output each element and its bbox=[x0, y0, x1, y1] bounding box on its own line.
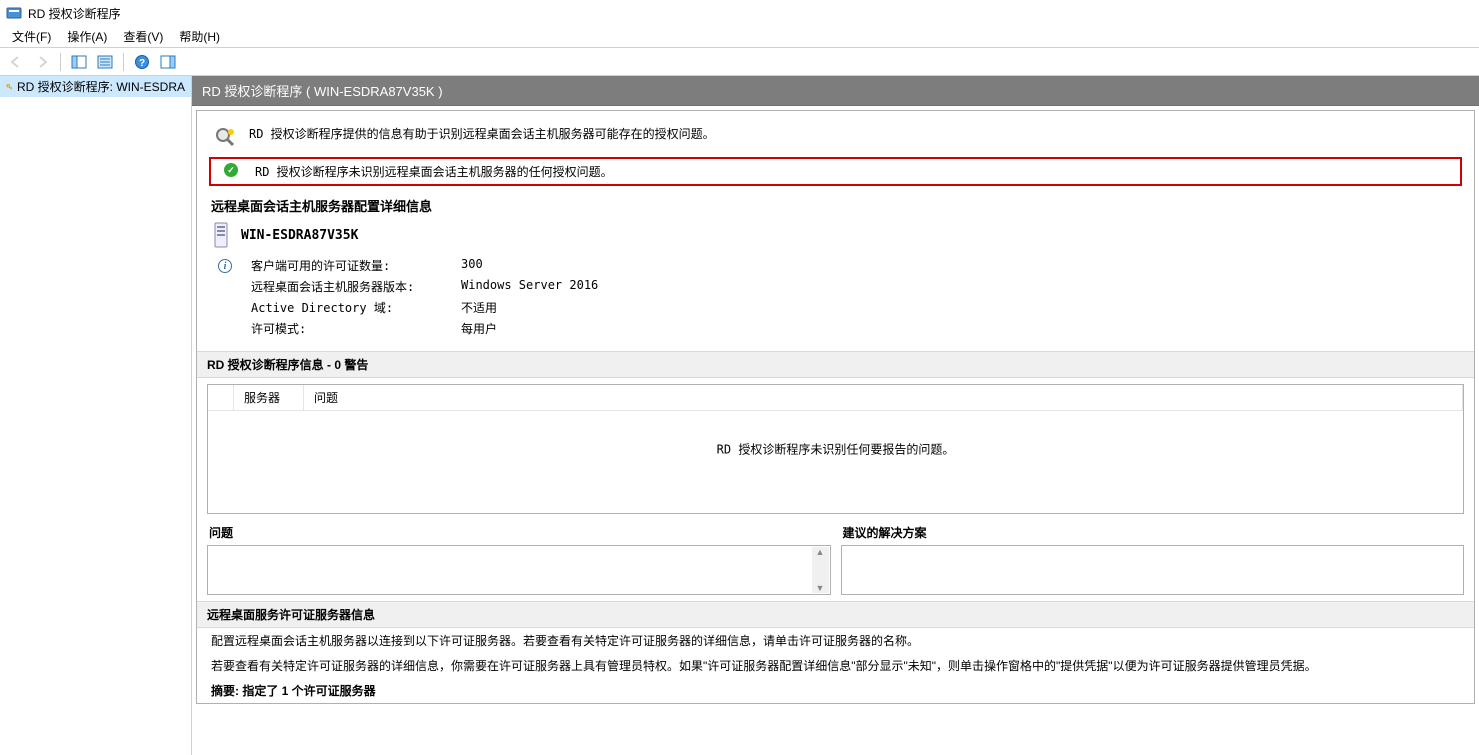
workspace: RD 授权诊断程序: WIN-ESDRA RD 授权诊断程序 ( WIN-ESD… bbox=[0, 76, 1479, 755]
column-issue[interactable]: 问题 bbox=[304, 385, 1463, 410]
license-text-1: 配置远程桌面会话主机服务器以连接到以下许可证服务器。若要查看有关特定许可证服务器… bbox=[197, 628, 1474, 653]
menu-help[interactable]: 帮助(H) bbox=[171, 26, 228, 47]
toolbar-separator bbox=[60, 53, 61, 71]
svg-text:?: ? bbox=[139, 58, 145, 69]
config-key: Active Directory 域: bbox=[251, 299, 451, 316]
column-icon[interactable] bbox=[208, 385, 234, 410]
server-icon bbox=[211, 221, 231, 249]
config-value: Windows Server 2016 bbox=[461, 278, 661, 295]
diagnostic-icon bbox=[211, 125, 239, 149]
arrow-left-icon bbox=[8, 54, 24, 70]
info-icon: i bbox=[218, 259, 232, 273]
toolbar-separator bbox=[123, 53, 124, 71]
content-header: RD 授权诊断程序 ( WIN-ESDRA87V35K ) bbox=[192, 76, 1479, 106]
app-icon bbox=[6, 5, 22, 21]
issue-label: 问题 bbox=[209, 524, 829, 541]
window-titlebar: RD 授权诊断程序 bbox=[0, 0, 1479, 26]
list-icon bbox=[97, 54, 113, 70]
help-button[interactable]: ? bbox=[130, 51, 154, 73]
action-pane-button[interactable] bbox=[156, 51, 180, 73]
status-ok-text: RD 授权诊断程序未识别远程桌面会话主机服务器的任何授权问题。 bbox=[255, 163, 613, 180]
issue-pane: 问题 ▲▼ bbox=[207, 520, 831, 595]
tree-node-root[interactable]: RD 授权诊断程序: WIN-ESDRA bbox=[0, 76, 191, 97]
main-panel: RD 授权诊断程序提供的信息有助于识别远程桌面会话主机服务器可能存在的授权问题。… bbox=[196, 110, 1475, 704]
tree-node-label: RD 授权诊断程序: WIN-ESDRA bbox=[17, 78, 185, 95]
intro-section: RD 授权诊断程序提供的信息有助于识别远程桌面会话主机服务器可能存在的授权问题。… bbox=[197, 111, 1474, 351]
menu-file[interactable]: 文件(F) bbox=[4, 26, 59, 47]
show-hide-tree-button[interactable] bbox=[67, 51, 91, 73]
diagnostics-list[interactable]: 服务器 问题 RD 授权诊断程序未识别任何要报告的问题。 bbox=[207, 384, 1464, 514]
check-icon: ✓ bbox=[224, 163, 238, 177]
issue-solution-row: 问题 ▲▼ 建议的解决方案 bbox=[207, 520, 1464, 595]
column-server[interactable]: 服务器 bbox=[234, 385, 304, 410]
solution-pane: 建议的解决方案 bbox=[841, 520, 1465, 595]
license-summary: 摘要: 指定了 1 个许可证服务器 bbox=[197, 678, 1474, 703]
issue-textarea[interactable]: ▲▼ bbox=[207, 545, 831, 595]
config-value: 每用户 bbox=[461, 320, 661, 337]
navigation-tree: RD 授权诊断程序: WIN-ESDRA bbox=[0, 76, 192, 755]
config-key: 客户端可用的许可证数量: bbox=[251, 257, 451, 274]
window-title: RD 授权诊断程序 bbox=[28, 5, 121, 22]
config-value: 300 bbox=[461, 257, 661, 274]
menubar: 文件(F) 操作(A) 查看(V) 帮助(H) bbox=[0, 26, 1479, 48]
config-value: 不适用 bbox=[461, 299, 661, 316]
key-icon bbox=[6, 80, 13, 94]
content-area: RD 授权诊断程序 ( WIN-ESDRA87V35K ) RD 授权诊断程序提… bbox=[192, 76, 1479, 755]
intro-row: RD 授权诊断程序提供的信息有助于识别远程桌面会话主机服务器可能存在的授权问题。 bbox=[211, 119, 1460, 155]
server-name: WIN-ESDRA87V35K bbox=[241, 228, 358, 243]
diag-heading: RD 授权诊断程序信息 - 0 警告 bbox=[197, 351, 1474, 378]
solution-textarea[interactable] bbox=[841, 545, 1465, 595]
diagnostics-list-header: 服务器 问题 bbox=[208, 385, 1463, 411]
toolbar: ? bbox=[0, 48, 1479, 76]
solution-label: 建议的解决方案 bbox=[843, 524, 1463, 541]
license-text-2: 若要查看有关特定许可证服务器的详细信息，你需要在许可证服务器上具有管理员特权。如… bbox=[197, 653, 1474, 678]
config-key: 许可模式: bbox=[251, 320, 451, 337]
panel-icon bbox=[71, 54, 87, 70]
scrollbar[interactable]: ▲▼ bbox=[812, 547, 829, 593]
help-icon: ? bbox=[134, 54, 150, 70]
menu-view[interactable]: 查看(V) bbox=[115, 26, 171, 47]
arrow-right-icon bbox=[34, 54, 50, 70]
intro-text: RD 授权诊断程序提供的信息有助于识别远程桌面会话主机服务器可能存在的授权问题。 bbox=[249, 125, 715, 142]
menu-action[interactable]: 操作(A) bbox=[59, 26, 115, 47]
status-highlight: ✓ RD 授权诊断程序未识别远程桌面会话主机服务器的任何授权问题。 bbox=[209, 157, 1462, 186]
config-key: 远程桌面会话主机服务器版本: bbox=[251, 278, 451, 295]
server-name-row: WIN-ESDRA87V35K bbox=[211, 219, 1460, 257]
forward-button[interactable] bbox=[30, 51, 54, 73]
back-button[interactable] bbox=[4, 51, 28, 73]
config-heading: 远程桌面会话主机服务器配置详细信息 bbox=[211, 188, 1460, 219]
config-table: 客户端可用的许可证数量: 300 远程桌面会话主机服务器版本: Windows … bbox=[251, 257, 661, 337]
diagnostics-empty-text: RD 授权诊断程序未识别任何要报告的问题。 bbox=[717, 441, 955, 458]
properties-button[interactable] bbox=[93, 51, 117, 73]
panel-right-icon bbox=[160, 54, 176, 70]
license-heading: 远程桌面服务许可证服务器信息 bbox=[197, 601, 1474, 628]
content-header-title: RD 授权诊断程序 ( WIN-ESDRA87V35K ) bbox=[202, 84, 443, 99]
